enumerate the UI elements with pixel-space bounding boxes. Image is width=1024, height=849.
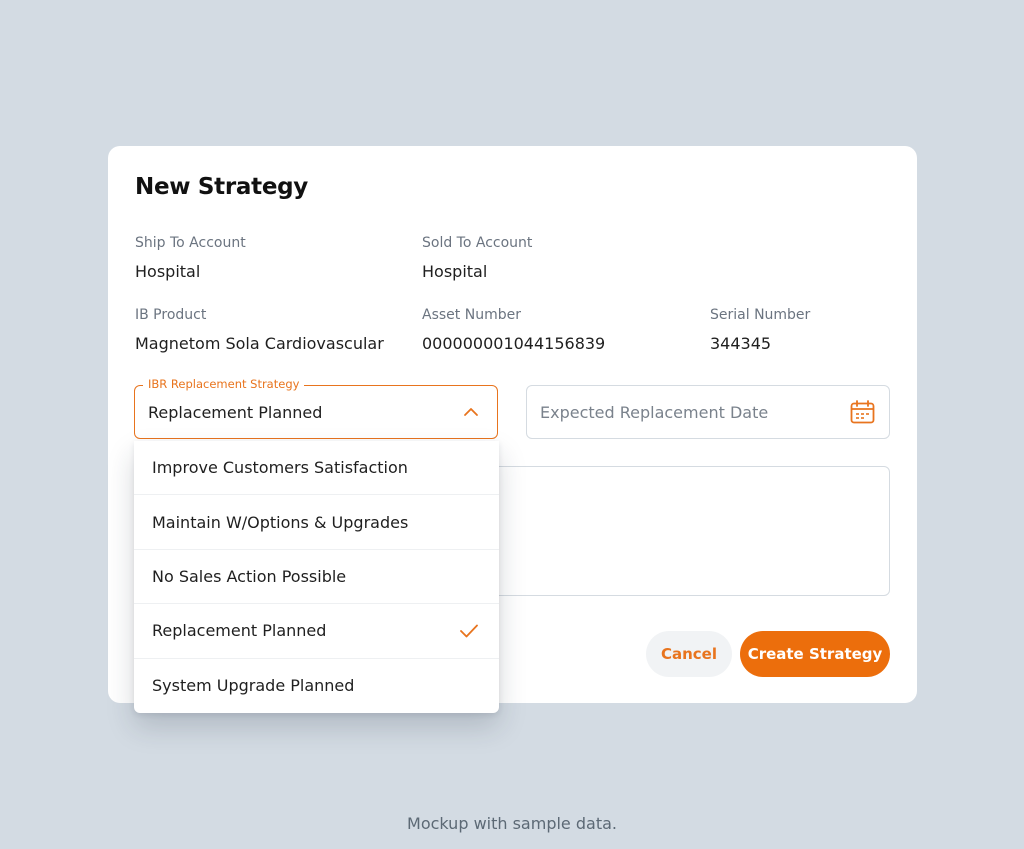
ib-product-label: IB Product [135, 307, 207, 323]
chevron-up-icon[interactable] [461, 402, 481, 422]
replacement-strategy-select[interactable]: IBR Replacement Strategy Replacement Pla… [134, 377, 498, 439]
serial-number-field: Serial Number 344345 [710, 307, 810, 353]
dropdown-option-label: Maintain W/Options & Upgrades [152, 512, 409, 532]
asset-number-field: Asset Number 000000001044156839 [422, 307, 605, 353]
calendar-icon[interactable] [849, 399, 876, 426]
page: New Strategy Ship To Account Hospital So… [0, 0, 1024, 849]
expected-replacement-date-placeholder: Expected Replacement Date [540, 403, 769, 422]
asset-number-value: 000000001044156839 [422, 334, 606, 353]
serial-number-value: 344345 [710, 334, 772, 353]
sold-to-account-value: Hospital [422, 262, 488, 281]
dropdown-option-system-upgrade-planned[interactable]: System Upgrade Planned [134, 659, 499, 713]
ship-to-account-field: Ship To Account Hospital [135, 235, 246, 281]
dropdown-option-replacement-planned[interactable]: Replacement Planned [134, 604, 499, 659]
asset-number-label: Asset Number [422, 307, 521, 323]
strategy-dropdown-menu: Improve Customers Satisfaction Maintain … [134, 441, 499, 713]
dropdown-option-label: Improve Customers Satisfaction [152, 458, 408, 478]
dropdown-option-improve-customers-satisfaction[interactable]: Improve Customers Satisfaction [134, 441, 499, 496]
dropdown-option-label: Replacement Planned [152, 621, 327, 641]
dropdown-option-label: System Upgrade Planned [152, 676, 355, 696]
dropdown-option-maintain-options-upgrades[interactable]: Maintain W/Options & Upgrades [134, 495, 499, 550]
dropdown-option-no-sales-action-possible[interactable]: No Sales Action Possible [134, 550, 499, 605]
mockup-caption: Mockup with sample data. [407, 814, 617, 833]
create-strategy-button[interactable]: Create Strategy [740, 631, 890, 677]
replacement-strategy-label: IBR Replacement Strategy [143, 377, 305, 391]
ib-product-value: Magnetom Sola Cardiovascular [135, 334, 384, 353]
dropdown-option-label: No Sales Action Possible [152, 566, 347, 586]
ib-product-field: IB Product Magnetom Sola Cardiovascular [135, 307, 384, 353]
serial-number-label: Serial Number [710, 307, 811, 323]
expected-replacement-date-input[interactable]: Expected Replacement Date [526, 385, 890, 439]
ship-to-account-value: Hospital [135, 262, 201, 281]
cancel-button[interactable]: Cancel [646, 631, 732, 677]
ship-to-account-label: Ship To Account [135, 235, 246, 251]
replacement-strategy-value: Replacement Planned [148, 403, 323, 422]
sold-to-account-field: Sold To Account Hospital [422, 235, 532, 281]
dialog-title: New Strategy [135, 174, 308, 200]
checkmark-icon [460, 624, 478, 638]
sold-to-account-label: Sold To Account [422, 235, 533, 251]
